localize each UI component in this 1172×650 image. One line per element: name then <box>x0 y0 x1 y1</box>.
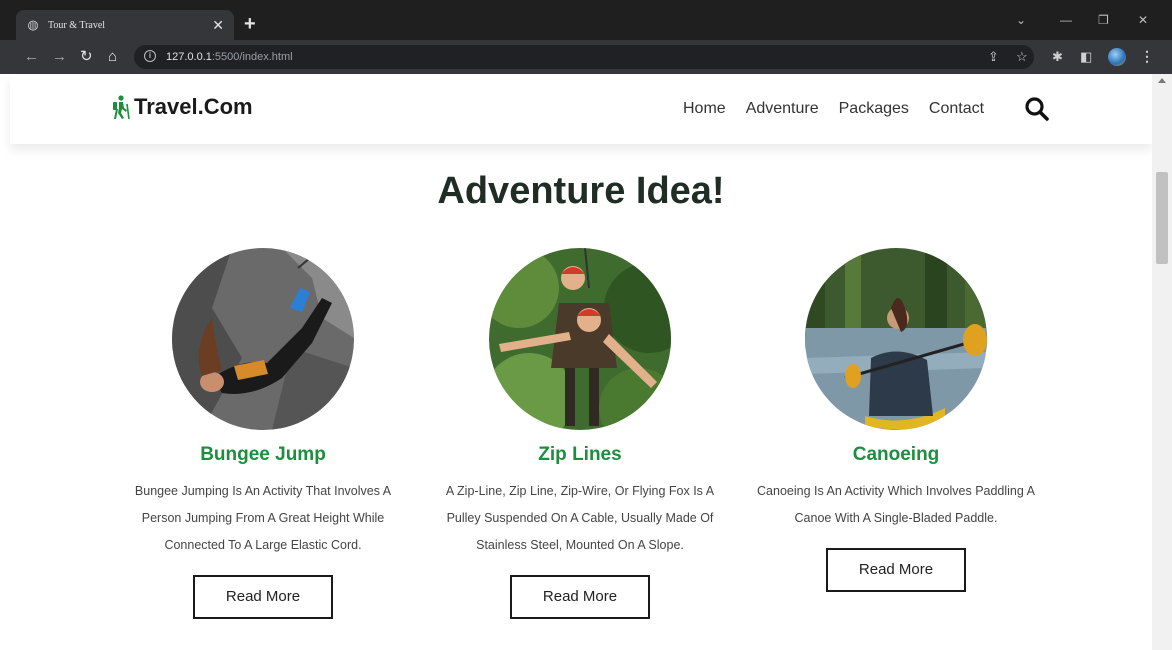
browser-window: ◍ Tour & Travel ✕ + ⌄ — ❐ ✕ ← → ↻ ⌂ i 12… <box>0 0 1172 650</box>
globe-icon: ◍ <box>27 17 39 32</box>
read-more-button[interactable]: Read More <box>193 575 333 619</box>
canoeing-photo <box>805 248 987 430</box>
nav-adventure[interactable]: Adventure <box>746 100 819 118</box>
page-scrollbar[interactable] <box>1152 74 1172 650</box>
search-icon[interactable] <box>1024 96 1050 122</box>
section-title: Adventure Idea! <box>437 170 725 212</box>
brand-name: Travel.Com <box>134 94 253 119</box>
minimize-icon[interactable]: — <box>1060 14 1072 26</box>
nav-contact[interactable]: Contact <box>929 100 984 118</box>
new-tab-icon[interactable]: + <box>244 14 256 34</box>
card-description: Bungee Jumping Is An Activity That Invol… <box>134 484 392 552</box>
close-window-icon[interactable]: ✕ <box>1138 14 1148 26</box>
info-icon[interactable]: i <box>144 50 156 62</box>
restore-icon[interactable]: ❐ <box>1098 14 1109 26</box>
tab-bar: ◍ Tour & Travel ✕ + ⌄ — ❐ ✕ <box>0 0 1172 40</box>
site-logo[interactable]: Travel.Com <box>110 94 253 120</box>
more-menu-icon[interactable]: ⋮ <box>1140 48 1154 64</box>
address-bar[interactable]: i 127.0.0.1:5500/index.html <box>134 45 1034 69</box>
adventure-card-zip-lines: Zip Lines A Zip-Line, Zip Line, Zip-Wire… <box>430 248 730 619</box>
close-tab-icon[interactable]: ✕ <box>212 18 224 32</box>
read-more-button[interactable]: Read More <box>510 575 650 619</box>
browser-tab[interactable]: ◍ Tour & Travel ✕ <box>16 10 234 40</box>
bungee-jump-photo <box>172 248 354 430</box>
card-title: Bungee Jump <box>200 444 326 465</box>
main-nav: Home Adventure Packages Contact <box>683 100 984 118</box>
url-text: 127.0.0.1:5500/index.html <box>166 51 293 63</box>
card-title: Zip Lines <box>538 444 622 465</box>
star-icon[interactable]: ☆ <box>1016 49 1028 65</box>
adventure-card-canoeing: Canoeing Canoeing Is An Activity Which I… <box>746 248 1046 592</box>
tab-title: Tour & Travel <box>48 19 106 31</box>
read-more-button[interactable]: Read More <box>826 548 966 592</box>
home-icon[interactable]: ⌂ <box>108 48 117 66</box>
hiker-icon <box>113 95 130 119</box>
card-description: Canoeing Is An Activity Which Involves P… <box>757 484 1035 525</box>
card-title: Canoeing <box>852 444 940 465</box>
card-description: A Zip-Line, Zip Line, Zip-Wire, Or Flyin… <box>445 484 715 552</box>
share-icon[interactable]: ⇪ <box>988 49 999 65</box>
reload-icon[interactable]: ↻ <box>80 48 93 66</box>
nav-packages[interactable]: Packages <box>839 100 909 118</box>
scroll-up-icon[interactable] <box>1158 78 1166 83</box>
chevron-down-icon[interactable]: ⌄ <box>1016 14 1026 26</box>
scrollbar-thumb[interactable] <box>1156 172 1168 264</box>
zip-lines-photo <box>489 248 671 430</box>
back-arrow-icon[interactable]: ← <box>24 48 39 66</box>
extensions-icon[interactable]: ✱ <box>1052 49 1063 65</box>
forward-arrow-icon[interactable]: → <box>52 48 67 66</box>
side-panel-icon[interactable]: ◧ <box>1080 49 1092 65</box>
page-viewport: Travel.Com Home Adventure Packages Conta… <box>0 74 1152 650</box>
adventure-card-bungee: Bungee Jump Bungee Jumping Is An Activit… <box>113 248 413 619</box>
profile-avatar[interactable] <box>1108 48 1126 66</box>
nav-home[interactable]: Home <box>683 100 726 118</box>
site-header: Travel.Com Home Adventure Packages Conta… <box>10 74 1152 144</box>
